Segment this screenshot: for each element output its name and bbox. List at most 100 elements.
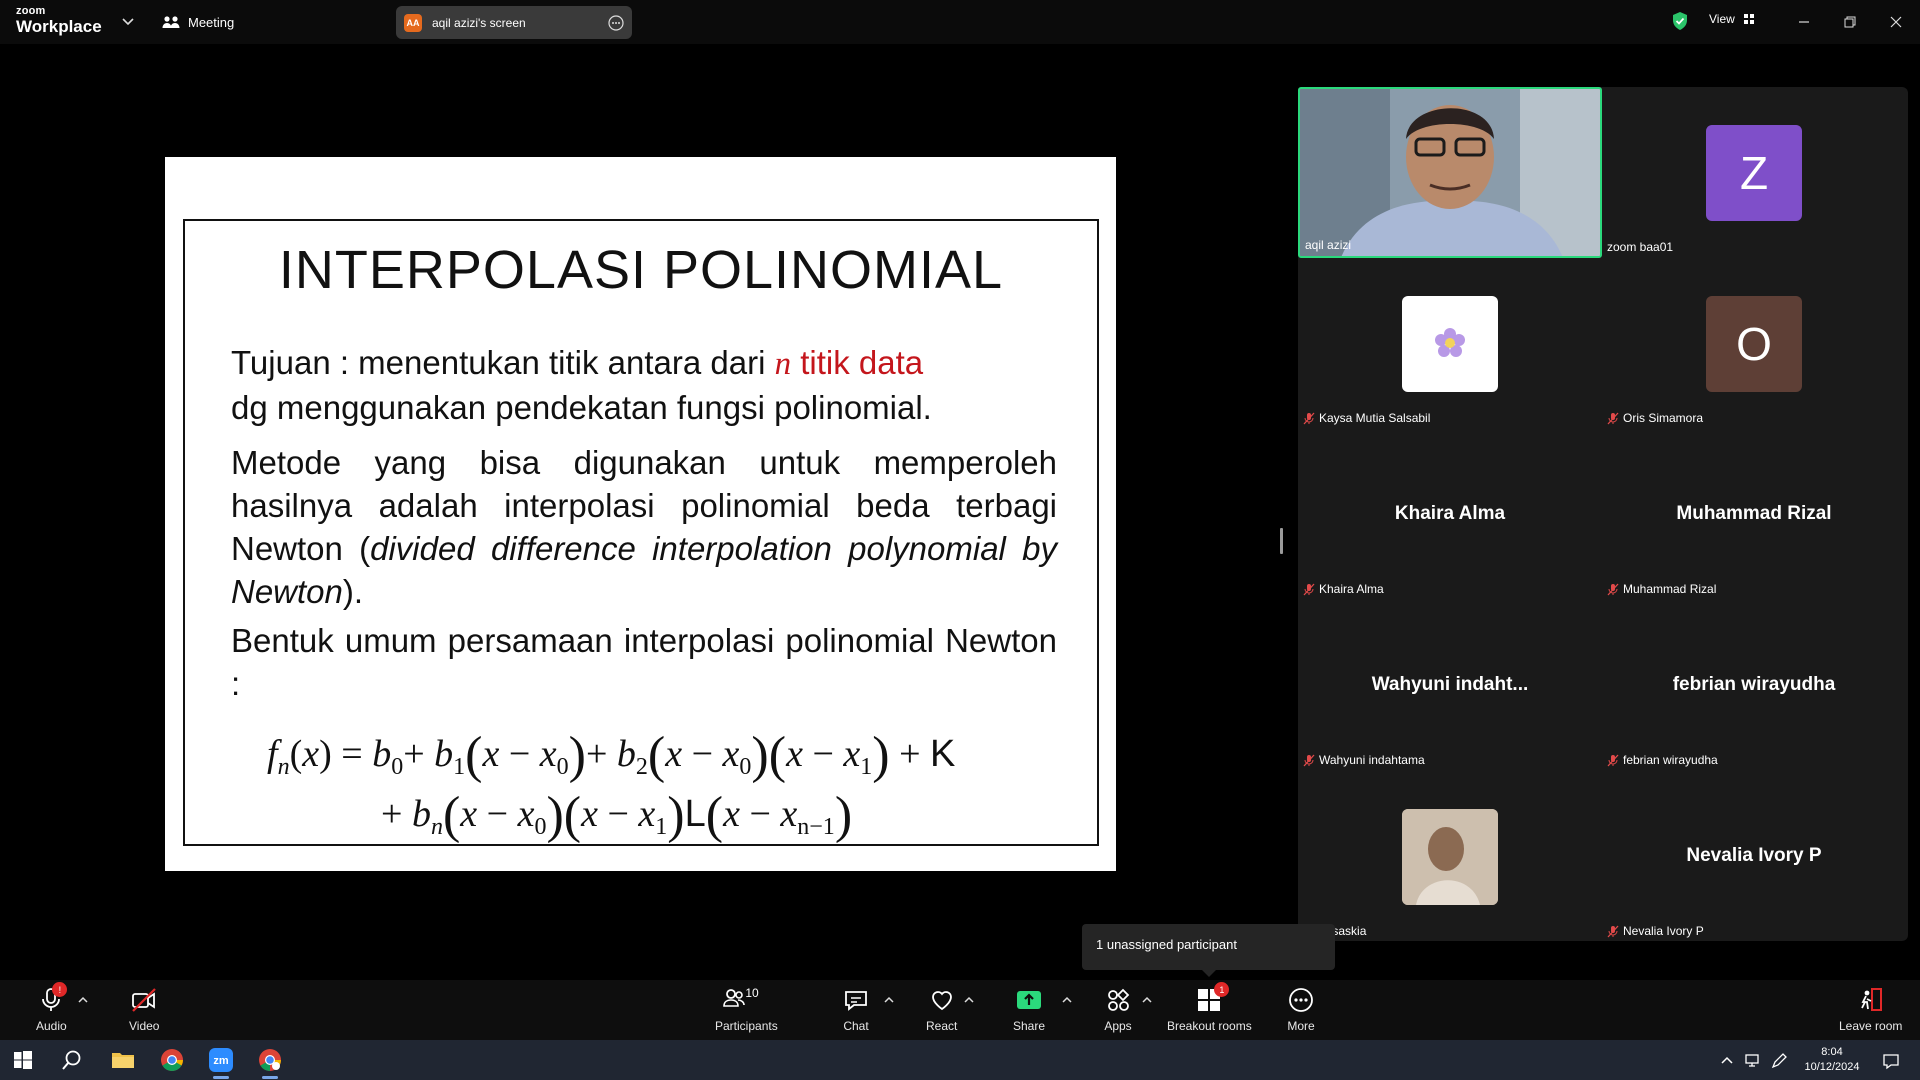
- muted-mic-icon: [1303, 754, 1315, 766]
- slide-paragraph-1: Tujuan : menentukan titik antara dari n …: [231, 341, 1057, 429]
- network-icon[interactable]: [1744, 1052, 1762, 1070]
- participant-video-feed: [1300, 89, 1600, 256]
- more-button[interactable]: More: [1287, 986, 1315, 1033]
- title-bar: zoom Workplace Meeting AA aqil azizi's s…: [0, 0, 1920, 44]
- chrome-active-indicator: [262, 1076, 278, 1079]
- participant-name-label: Oris Simamora: [1607, 411, 1703, 425]
- participant-tile-khaira[interactable]: Khaira Alma Khaira Alma: [1298, 429, 1602, 600]
- windows-taskbar: zm 8:04 10/12/2024: [0, 1040, 1920, 1080]
- chevron-down-icon[interactable]: [120, 13, 136, 29]
- zoom-taskbar-icon[interactable]: zm: [207, 1046, 235, 1074]
- avatar: [1402, 296, 1498, 392]
- muted-mic-icon: [1607, 925, 1619, 937]
- show-hidden-icons-icon[interactable]: [1718, 1052, 1736, 1070]
- windows-start-icon[interactable]: [9, 1046, 37, 1074]
- chat-options-caret-icon[interactable]: [883, 994, 895, 1006]
- react-options-caret-icon[interactable]: [963, 994, 975, 1006]
- logo-line-1: zoom: [16, 5, 46, 17]
- muted-mic-icon: [1607, 754, 1619, 766]
- participant-display-name: Wahyuni indaht...: [1371, 674, 1529, 695]
- svg-text:zm: zm: [213, 1055, 229, 1067]
- close-icon[interactable]: [1886, 12, 1906, 32]
- apps-icon: [1108, 988, 1130, 1011]
- muted-mic-icon: [1607, 583, 1619, 595]
- meeting-people-icon: [162, 16, 180, 28]
- react-button[interactable]: React: [926, 986, 957, 1033]
- participant-name: Oris Simamora: [1623, 411, 1704, 425]
- system-clock[interactable]: 8:04 10/12/2024: [1792, 1045, 1872, 1075]
- audio-button[interactable]: ! Audio: [36, 982, 68, 1033]
- split-view-resize-handle[interactable]: [1280, 528, 1283, 554]
- more-icon: [1289, 988, 1313, 1012]
- newton-formula-line-2: + bn(x − x0)(x − x1)L(x − xn−1): [381, 787, 853, 844]
- participant-tile-febrian[interactable]: febrian wirayudha febrian wirayudha: [1602, 600, 1906, 771]
- audio-options-caret-icon[interactable]: [77, 994, 89, 1006]
- avatar: O: [1706, 296, 1802, 392]
- apps-options-caret-icon[interactable]: [1141, 994, 1153, 1006]
- participant-tile-muhammad-rizal[interactable]: Muhammad Rizal Muhammad Rizal: [1602, 429, 1906, 600]
- chat-label: Chat: [843, 1019, 869, 1033]
- chat-button[interactable]: Chat: [842, 986, 870, 1033]
- more-label: More: [1287, 1019, 1315, 1033]
- video-button[interactable]: Video: [129, 986, 159, 1033]
- participant-tile-kaysa[interactable]: Kaysa Mutia Salsabil: [1298, 258, 1602, 429]
- slide-title: INTERPOLASI POLINOMIAL: [278, 240, 1004, 300]
- participant-name: Khaira Alma: [1319, 582, 1384, 596]
- file-explorer-icon[interactable]: [109, 1046, 137, 1074]
- search-icon[interactable]: [58, 1046, 86, 1074]
- minimize-icon[interactable]: [1794, 12, 1814, 32]
- participant-tile-anka-saskia[interactable]: anka saskia: [1298, 771, 1602, 942]
- slide-paragraph-2: Metode yang bisa digunakan untuk mempero…: [231, 441, 1057, 613]
- share-options-caret-icon[interactable]: [1061, 994, 1073, 1006]
- participant-name: aqil azizi: [1305, 238, 1352, 252]
- breakout-label: Breakout rooms: [1167, 1019, 1252, 1033]
- video-off-icon: [132, 988, 157, 1012]
- grid-view-icon: [1743, 14, 1754, 24]
- apps-label: Apps: [1104, 1019, 1132, 1033]
- participant-name-label: Khaira Alma: [1303, 582, 1384, 596]
- muted-mic-icon: [1303, 412, 1315, 424]
- participant-name-label: febrian wirayudha: [1607, 753, 1718, 767]
- clock-time: 8:04: [1821, 1046, 1843, 1058]
- share-screen-icon: [1017, 991, 1042, 1009]
- participant-name-label: aqil azizi: [1305, 238, 1351, 252]
- restore-icon[interactable]: [1840, 12, 1860, 32]
- participant-tile-nevalia[interactable]: Nevalia Ivory P Nevalia Ivory P: [1602, 771, 1906, 942]
- participant-name-label: Kaysa Mutia Salsabil: [1303, 411, 1430, 425]
- participants-icon: [723, 989, 746, 1007]
- pen-icon[interactable]: [1770, 1052, 1788, 1070]
- leave-room-button[interactable]: Leave room: [1839, 986, 1902, 1033]
- participant-tile-wahyuni[interactable]: Wahyuni indaht... Wahyuni indahtama: [1298, 600, 1602, 771]
- p3-text: Bentuk umum persamaan interpolasi polino…: [231, 622, 1057, 702]
- participants-button[interactable]: 10 Participants: [715, 986, 778, 1033]
- avatar-initial: Z: [1739, 147, 1769, 199]
- participant-gallery: aqil azizi Z zoom baa01 Kaysa Mutia Sals…: [1298, 87, 1908, 941]
- heart-icon: [931, 991, 952, 1011]
- participant-name-label: Nevalia Ivory P: [1607, 924, 1704, 938]
- more-options-icon[interactable]: [608, 14, 624, 31]
- participant-tile-oris[interactable]: O Oris Simamora: [1602, 258, 1906, 429]
- view-button[interactable]: View: [1709, 12, 1755, 26]
- notifications-icon[interactable]: [1882, 1052, 1900, 1070]
- chrome-icon[interactable]: [158, 1046, 186, 1074]
- participant-tile-zoom-baa01[interactable]: Z zoom baa01: [1602, 87, 1906, 258]
- participant-name: Kaysa Mutia Salsabil: [1319, 411, 1431, 425]
- participant-name-label: zoom baa01: [1607, 240, 1673, 254]
- p1-text-2: dg menggunakan pendekatan fungsi polinom…: [231, 389, 932, 426]
- breakout-rooms-button[interactable]: 1 Breakout rooms: [1167, 982, 1252, 1033]
- meeting-label: Meeting: [188, 14, 235, 30]
- participant-display-name: febrian wirayudha: [1672, 674, 1836, 695]
- meeting-menu-button[interactable]: Meeting: [162, 12, 234, 32]
- apps-button[interactable]: Apps: [1104, 986, 1132, 1033]
- view-label: View: [1709, 12, 1735, 26]
- screen-share-indicator[interactable]: AA aqil azizi's screen: [396, 6, 632, 39]
- muted-mic-icon: [1303, 583, 1315, 595]
- chrome-profile-icon[interactable]: [256, 1046, 284, 1074]
- participants-count: 10: [745, 986, 759, 1000]
- participant-name: Wahyuni indahtama: [1319, 753, 1425, 767]
- share-button[interactable]: Share: [1013, 986, 1045, 1033]
- security-shield-icon[interactable]: [1671, 11, 1689, 31]
- meeting-controls-toolbar: ! Audio Video 10 Participants Chat React: [0, 980, 1920, 1040]
- participant-tile-aqil-azizi[interactable]: aqil azizi: [1298, 87, 1602, 258]
- avatar: [1402, 809, 1498, 905]
